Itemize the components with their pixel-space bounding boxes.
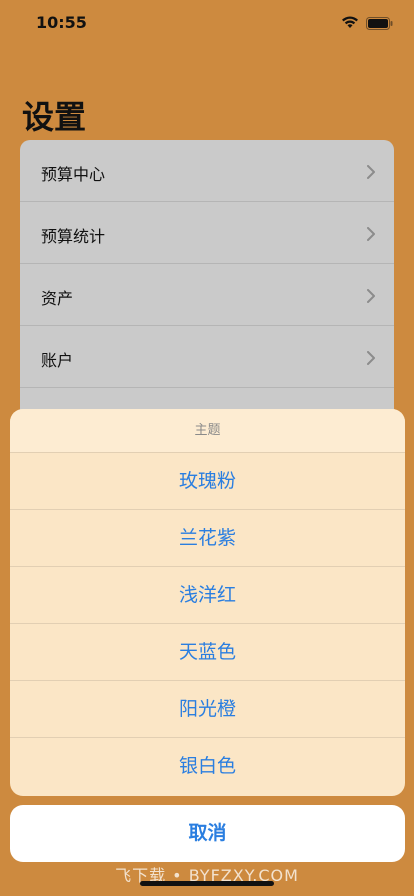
theme-option-rose-pink[interactable]: 玫瑰粉 (10, 453, 405, 510)
theme-action-sheet: 主题 玫瑰粉 兰花紫 浅洋红 天蓝色 阳光橙 银白色 (10, 409, 405, 796)
theme-option-sky-blue[interactable]: 天蓝色 (10, 624, 405, 681)
action-sheet-title: 主题 (10, 409, 405, 453)
cancel-button[interactable]: 取消 (10, 805, 405, 862)
theme-option-sunshine-orange[interactable]: 阳光橙 (10, 681, 405, 738)
home-indicator[interactable] (140, 881, 274, 886)
theme-option-orchid-purple[interactable]: 兰花紫 (10, 510, 405, 567)
theme-option-light-magenta[interactable]: 浅洋红 (10, 567, 405, 624)
theme-option-silver-white[interactable]: 银白色 (10, 738, 405, 795)
